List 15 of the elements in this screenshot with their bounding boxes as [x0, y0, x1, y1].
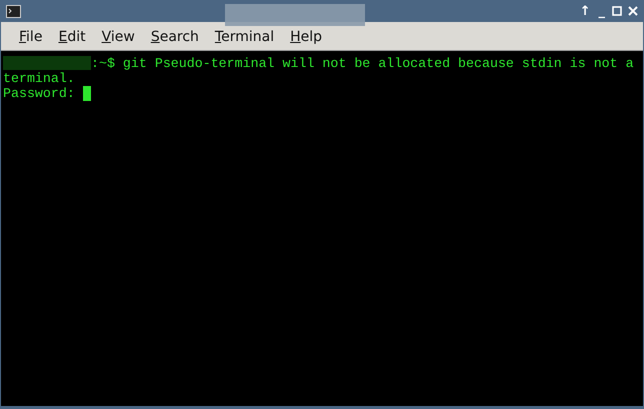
maximize-icon[interactable]	[612, 6, 622, 16]
terminal-line: :~$ git Pseudo-terminal will not be allocated because stdin is not a	[91, 56, 634, 71]
menu-item[interactable]: Help	[284, 27, 328, 48]
menu-item[interactable]: File	[13, 27, 48, 48]
minimize-button[interactable]: _	[598, 4, 606, 18]
close-icon[interactable]	[628, 6, 638, 16]
cursor	[82, 86, 91, 101]
terminal-line: terminal.	[3, 71, 75, 86]
terminal-icon	[6, 4, 21, 18]
menu-item[interactable]: Edit	[52, 27, 92, 48]
terminal-line: Password:	[3, 86, 76, 101]
shade-button[interactable]: ↑	[578, 4, 592, 18]
menu-item[interactable]: View	[96, 27, 141, 48]
menu-item[interactable]: Search	[144, 27, 205, 48]
menu-item[interactable]: Terminal	[208, 27, 280, 48]
